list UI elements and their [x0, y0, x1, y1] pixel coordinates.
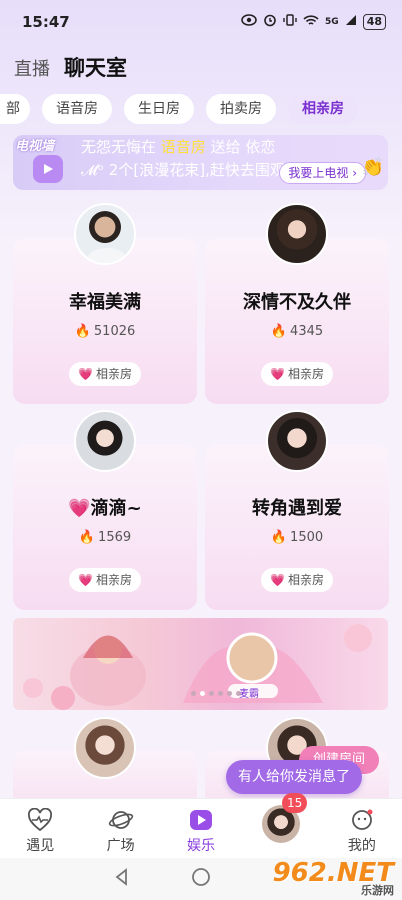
tab-me-label: 我的 — [347, 838, 376, 854]
fire-icon: 🔥 — [74, 324, 91, 339]
room-heat-value: 4345 — [290, 324, 324, 339]
category-tab-birthday[interactable]: 生日房 — [124, 94, 194, 124]
category-tab-partial[interactable]: 部 — [0, 94, 30, 124]
wifi-icon — [303, 14, 319, 31]
room-name: 💗滴滴~ — [68, 498, 142, 519]
play-icon — [188, 807, 214, 833]
alarm-icon — [263, 13, 277, 31]
room-host-avatar[interactable] — [266, 410, 328, 472]
category-tabs: 部 语音房 生日房 拍卖房 相亲房 — [0, 94, 402, 124]
room-name: 深情不及久伴 — [243, 292, 351, 313]
tv-message-line1: 无怨无悔在 语音房 送给 依恋 — [81, 136, 275, 157]
banner-pagination — [191, 691, 241, 696]
room-tag: 💗 相亲房 — [69, 568, 141, 592]
tab-entertainment[interactable]: 娱乐 — [161, 799, 241, 858]
room-host-avatar[interactable] — [74, 410, 136, 472]
tab-messages[interactable] — [241, 799, 321, 858]
room-host-avatar[interactable] — [266, 203, 328, 265]
vibrate-icon — [283, 13, 297, 31]
room-tag: 💗 相亲房 — [261, 362, 333, 386]
promo-caption: 麦霸 — [239, 689, 259, 700]
status-time: 15:47 — [22, 13, 70, 31]
pagination-dot — [227, 691, 232, 696]
room-name: 幸福美满 — [69, 292, 141, 313]
bottom-tab-bar: 遇见 广场 娱乐 我的 15 — [0, 793, 402, 858]
tab-meet-label: 遇见 — [26, 838, 55, 854]
category-tab-auction[interactable]: 拍卖房 — [206, 94, 276, 124]
battery-level: 48 — [362, 14, 386, 30]
promo-banner-art — [23, 624, 372, 710]
room-tag: 💗 相亲房 — [261, 568, 333, 592]
tab-chatroom[interactable]: 聊天室 — [64, 52, 127, 82]
go-on-tv-label: 我要上电视 — [288, 166, 349, 180]
room-tag-label: 相亲房 — [95, 573, 132, 587]
tv-verb: 送给 — [210, 138, 241, 156]
message-toast[interactable]: 有人给你发消息了 — [226, 760, 362, 794]
tab-me[interactable]: 我的 — [322, 799, 402, 858]
eye-icon — [241, 14, 257, 30]
network-label: 5G — [325, 17, 339, 27]
heart-icon: 💗 — [78, 573, 93, 587]
category-tab-dating[interactable]: 相亲房 — [288, 94, 358, 124]
room-tag-label: 相亲房 — [287, 573, 324, 587]
tv-wall-logo: 电视墙 — [15, 139, 55, 154]
heart-icon: 💗 — [270, 367, 285, 381]
room-heat: 🔥 1500 — [205, 530, 389, 545]
room-tag: 💗 相亲房 — [69, 362, 141, 386]
heartbeat-icon — [27, 807, 53, 833]
status-icons: 5G 48 — [241, 13, 386, 31]
pagination-dot — [236, 691, 241, 696]
unread-badge: 15 — [282, 793, 308, 813]
top-tabs: 直播 聊天室 — [14, 52, 127, 82]
room-heat: 🔥 51026 — [13, 324, 197, 339]
room-heat: 🔥 4345 — [205, 324, 389, 339]
tv-play-icon — [33, 155, 63, 183]
pagination-dot — [191, 691, 196, 696]
signal-icon — [345, 14, 357, 30]
promo-banner[interactable]: 麦霸 — [13, 618, 388, 710]
room-heat-value: 1500 — [290, 530, 324, 545]
home-icon[interactable] — [191, 867, 211, 891]
planet-icon — [108, 807, 134, 833]
status-bar: 15:47 5G 48 — [0, 0, 402, 44]
back-icon[interactable] — [113, 868, 131, 890]
watermark-logo: 962.NET 乐游网 — [273, 858, 394, 898]
heart-icon: 💗 — [78, 367, 93, 381]
tv-gift: 2个[浪漫花束],赶快去围观吧 — [108, 161, 300, 179]
fire-icon: 🔥 — [78, 530, 96, 545]
heart-icon: 💗 — [270, 573, 285, 587]
profile-face-icon — [349, 807, 375, 833]
category-tab-voice[interactable]: 语音房 — [42, 94, 112, 124]
pagination-dot — [200, 691, 205, 696]
room-name: 转角遇到爱 — [252, 498, 342, 519]
tv-sender: 无怨无悔在 — [81, 138, 157, 156]
tab-plaza[interactable]: 广场 — [80, 799, 160, 858]
tv-receiver-suffix: 𝓜ᵒ — [81, 161, 105, 179]
room-heat: 🔥 1569 — [13, 530, 197, 545]
room-tag-label: 相亲房 — [287, 367, 324, 381]
clap-icon: 👏 — [361, 157, 384, 178]
fire-icon: 🔥 — [270, 324, 288, 339]
tv-message-line2: 𝓜ᵒ 2个[浪漫花束],赶快去围观吧 — [81, 159, 300, 180]
go-on-tv-button[interactable]: 我要上电视 › — [279, 162, 366, 184]
tv-wall-banner[interactable]: 电视墙 无怨无悔在 语音房 送给 依恋 𝓜ᵒ 2个[浪漫花束],赶快去围观吧 我… — [13, 135, 388, 190]
tab-entertainment-label: 娱乐 — [187, 838, 216, 854]
room-heat-value: 1569 — [98, 530, 132, 545]
fire-icon: 🔥 — [270, 530, 288, 545]
tv-receiver: 依恋 — [245, 138, 276, 156]
room-host-avatar[interactable] — [74, 717, 136, 779]
tv-room: 语音房 — [160, 138, 206, 156]
room-tag-label: 相亲房 — [95, 367, 132, 381]
tab-meet[interactable]: 遇见 — [0, 799, 80, 858]
pagination-dot — [218, 691, 223, 696]
room-host-avatar[interactable] — [74, 203, 136, 265]
room-heat-value: 51026 — [93, 324, 136, 339]
tab-plaza-label: 广场 — [106, 838, 135, 854]
pagination-dot — [209, 691, 214, 696]
tab-live[interactable]: 直播 — [14, 55, 50, 81]
